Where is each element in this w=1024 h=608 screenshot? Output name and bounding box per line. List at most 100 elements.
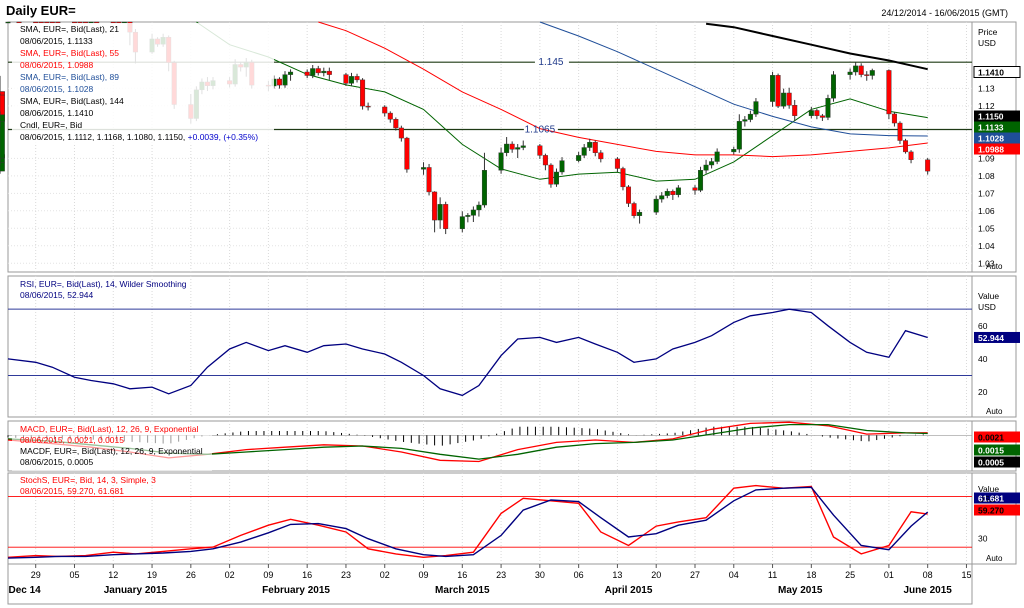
x-tick-label: 16 <box>302 570 312 580</box>
candle-body <box>742 119 748 122</box>
candle-body <box>858 65 864 75</box>
month-label: March 2015 <box>435 585 490 596</box>
x-tick-label: 06 <box>574 570 584 580</box>
candle-body <box>443 204 449 230</box>
legend-text: 08/06/2015, 1.1112, 1.1168, 1.1080, 1.11… <box>20 132 188 142</box>
candle-body <box>498 152 504 171</box>
x-tick-label: 25 <box>845 570 855 580</box>
candle-body <box>354 76 360 81</box>
candle-body <box>709 161 715 166</box>
candle-body <box>121 21 127 24</box>
legend-change: +0.0039, (+0.35%) <box>188 132 259 142</box>
y-tick-label: 1.09 <box>978 153 995 163</box>
value-tag-label: 1.1028 <box>978 134 1004 144</box>
x-tick-label: 09 <box>263 570 273 580</box>
candle-body <box>869 70 875 76</box>
candle-body <box>675 187 681 195</box>
candle-body <box>387 112 393 120</box>
candle-body <box>304 71 310 76</box>
candle-body <box>670 191 676 195</box>
value-tag-label: 0.0021 <box>978 433 1004 443</box>
value-tag-label: 59.270 <box>978 506 1004 516</box>
axis-title: Price <box>978 27 998 37</box>
candle-body <box>49 21 55 24</box>
candle-body <box>770 75 776 102</box>
candle-body <box>393 119 399 129</box>
candle-body <box>71 21 77 24</box>
month-label: Dec 14 <box>8 585 41 596</box>
x-tick-label: 11 <box>768 570 777 580</box>
legend-entry: SMA, EUR=, Bid(Last), 55 <box>20 48 119 58</box>
candle-body <box>698 170 704 191</box>
legend-entry: 08/06/2015, 0.0005 <box>20 457 94 467</box>
candle-body <box>33 21 39 24</box>
legend-entry: 08/06/2015, 1.0988 <box>20 60 94 70</box>
axis-title: USD <box>978 38 996 48</box>
candle-body <box>398 127 404 139</box>
x-tick-label: 02 <box>225 570 235 580</box>
legend-entry: SMA, EUR=, Bid(Last), 89 <box>20 72 119 82</box>
pane-frame <box>7 472 973 565</box>
candle-body <box>825 98 831 118</box>
candle-body <box>55 21 61 24</box>
candle-body <box>559 160 565 173</box>
y-tick-label: 1.04 <box>978 241 995 251</box>
x-tick-label: 15 <box>961 570 971 580</box>
x-tick-label: 27 <box>690 570 700 580</box>
candle-body <box>819 115 825 118</box>
candle-body <box>714 151 720 162</box>
candle-body <box>614 158 620 169</box>
level-label: 1.145 <box>538 57 563 68</box>
y-tick-label: 1.12 <box>978 101 995 111</box>
candle-body <box>781 92 787 107</box>
chart-canvas[interactable]: 29 05 12 19 26 02 09 16 23 02 09 16 23 30 06 13 20 27 04 11… <box>0 0 1024 608</box>
candle-body <box>792 105 798 116</box>
y-tick-label: 60 <box>978 321 988 331</box>
value-tag-label: 52.944 <box>978 333 1004 343</box>
x-tick-label: 04 <box>729 570 739 580</box>
candle-body <box>38 21 44 24</box>
candle-body <box>110 21 116 24</box>
candle-body <box>432 191 438 221</box>
y-tick-label: 1.07 <box>978 188 995 198</box>
candle-body <box>476 204 482 211</box>
candle-body <box>775 75 781 107</box>
x-tick-label: 16 <box>457 570 467 580</box>
candle-body <box>509 143 515 150</box>
legend-entry: MACDF, EUR=, Bid(Last), 12, 26, 9, Expon… <box>20 446 203 456</box>
month-label: June 2015 <box>903 585 952 596</box>
legend-entry: Cndl, EUR=, Bid <box>20 120 82 130</box>
candle-body <box>592 142 598 153</box>
legend-entry: 08/06/2015, 1.1410 <box>20 108 94 118</box>
candle-body <box>542 155 548 166</box>
x-tick-label: 08 <box>923 570 933 580</box>
candle-body <box>626 186 632 204</box>
candle-body <box>470 209 476 216</box>
candle-body <box>16 21 22 24</box>
candle-body <box>814 110 820 116</box>
candle-body <box>343 74 349 84</box>
candle-body <box>830 74 836 99</box>
candle-body <box>659 195 665 200</box>
candle-body <box>360 79 366 107</box>
candle-body <box>587 142 593 148</box>
auto-label: Auto <box>986 262 1003 271</box>
y-tick-label: 20 <box>978 387 988 397</box>
candle-body <box>864 74 870 76</box>
candle-body <box>116 21 122 24</box>
x-tick-label: 18 <box>806 570 816 580</box>
candle-body <box>747 113 753 120</box>
candle-body <box>653 198 659 213</box>
x-tick-label: 02 <box>380 570 390 580</box>
candle-body <box>520 145 526 148</box>
candle-body <box>581 147 587 156</box>
candle-body <box>5 21 11 24</box>
x-tick-label: 09 <box>419 570 429 580</box>
candle-body <box>404 137 410 170</box>
candle-body <box>620 168 626 188</box>
candle-body <box>692 187 698 191</box>
candle-body <box>504 143 510 153</box>
candle-body <box>891 113 897 124</box>
candle-body <box>437 204 443 221</box>
candle-body <box>908 151 914 160</box>
